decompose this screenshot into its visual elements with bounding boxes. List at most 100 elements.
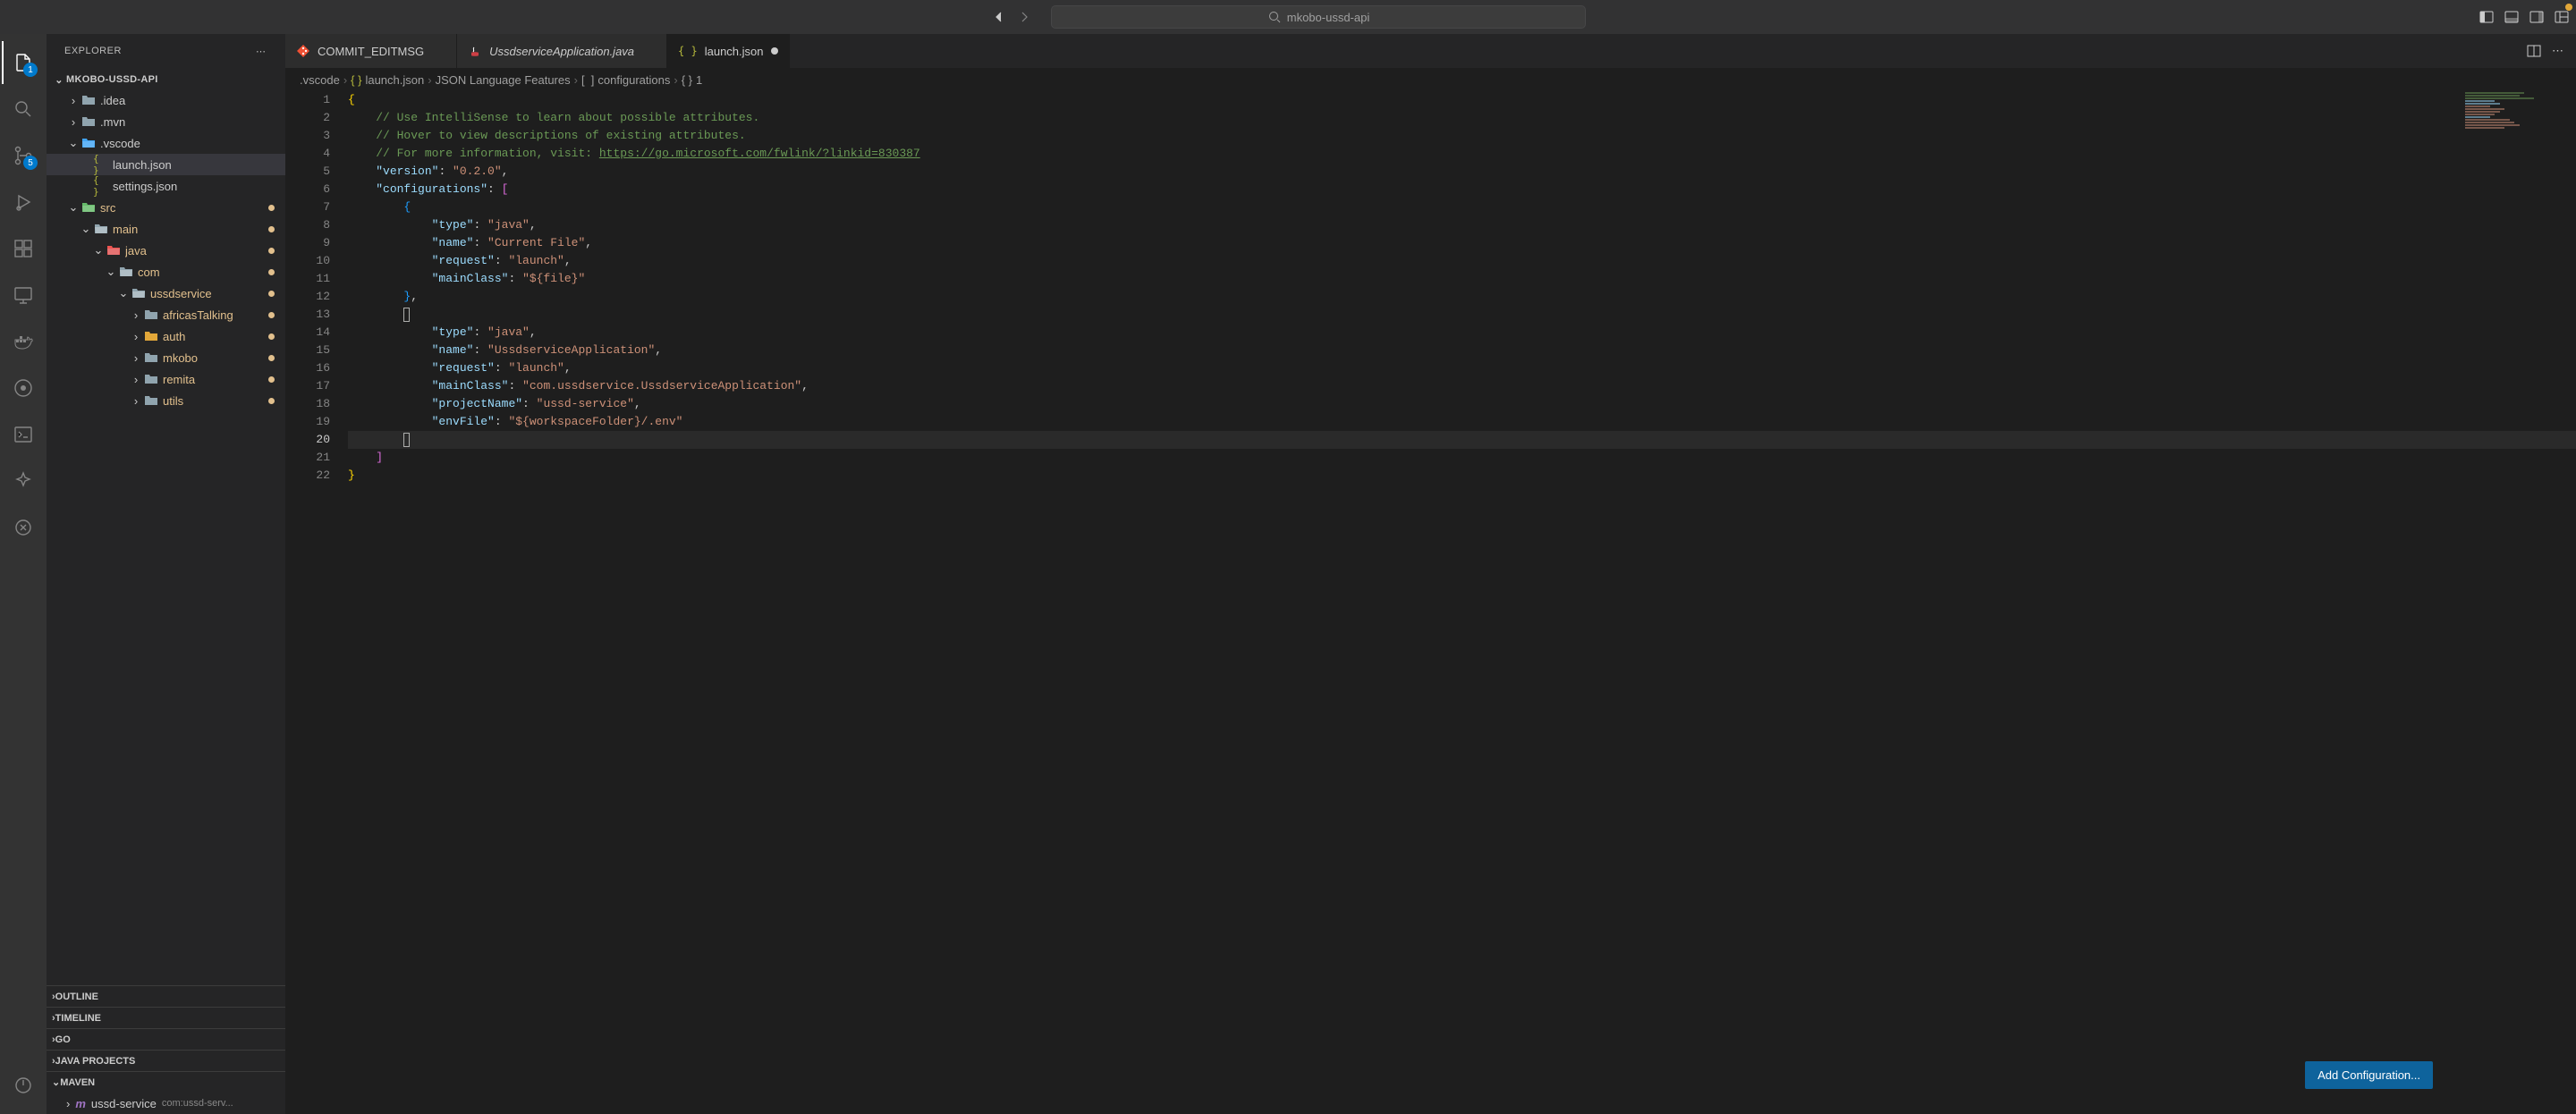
docker-icon	[13, 331, 34, 352]
file-icon	[118, 265, 134, 279]
file-icon	[80, 93, 97, 107]
breadcrumb-item[interactable]: launch.json	[365, 73, 424, 87]
arrow-left-icon	[992, 10, 1006, 24]
titlebar: mkobo-ussd-api	[0, 0, 2576, 34]
object-icon: { }	[682, 73, 692, 87]
modified-dot-icon	[268, 291, 275, 297]
tree-item[interactable]: ⌄ .vscode	[47, 132, 285, 154]
editor-tab[interactable]: { }launch.json	[667, 34, 789, 68]
editor-tab[interactable]: UssdserviceApplication.java	[457, 34, 667, 68]
file-icon: { }	[93, 174, 109, 198]
nav-back-button[interactable]	[990, 8, 1008, 26]
tree-item[interactable]: ⌄ ussdservice	[47, 283, 285, 304]
tree-label: auth	[163, 330, 268, 343]
activity-search[interactable]	[2, 88, 45, 131]
tree-label: ussdservice	[150, 287, 268, 300]
modified-dot-icon	[268, 312, 275, 318]
tree-label: africasTalking	[163, 308, 268, 322]
toggle-secondary-sidebar-icon[interactable]	[2529, 10, 2544, 24]
activity-run-debug[interactable]	[2, 181, 45, 224]
tree-item[interactable]: ⌄ java	[47, 240, 285, 261]
activity-remote[interactable]	[2, 274, 45, 316]
maven-project-item[interactable]: › m ussd-service com:ussd-serv...	[47, 1093, 285, 1114]
activity-source-control[interactable]: 5	[2, 134, 45, 177]
tree-item[interactable]: › africasTalking	[47, 304, 285, 325]
chevron-icon: ›	[129, 330, 143, 343]
activity-gitlens[interactable]	[2, 367, 45, 409]
tab-label: COMMIT_EDITMSG	[318, 45, 424, 58]
arrow-right-icon	[1017, 10, 1031, 24]
maven-project-sub: com:ussd-serv...	[162, 1098, 233, 1109]
modified-dot-icon	[268, 205, 275, 211]
tree-item[interactable]: › remita	[47, 368, 285, 390]
customize-layout-icon[interactable]	[2555, 10, 2569, 24]
tree-label: settings.json	[113, 180, 275, 193]
file-icon	[80, 136, 97, 150]
activity-bar: 1 5	[0, 34, 47, 1114]
timeline-section[interactable]: ›TIMELINE	[47, 1007, 285, 1028]
activity-power[interactable]	[2, 1064, 45, 1107]
power-icon	[13, 1075, 34, 1096]
outline-section[interactable]: ›OUTLINE	[47, 985, 285, 1007]
command-center-search[interactable]: mkobo-ussd-api	[1051, 5, 1586, 29]
tree-item[interactable]: › .mvn	[47, 111, 285, 132]
tree-item[interactable]: { } settings.json	[47, 175, 285, 197]
activity-database[interactable]	[2, 506, 45, 549]
explorer-sidebar: EXPLORER ⋯ ⌄ MKOBO-USSD-API › .idea › .m…	[47, 34, 285, 1114]
java-projects-section[interactable]: ›JAVA PROJECTS	[47, 1050, 285, 1071]
tree-label: remita	[163, 373, 268, 386]
editor-tab[interactable]: COMMIT_EDITMSG	[285, 34, 457, 68]
chevron-icon: ›	[129, 373, 143, 386]
add-configuration-button[interactable]: Add Configuration...	[2305, 1061, 2433, 1089]
chevron-right-icon: ›	[66, 1097, 70, 1110]
file-icon	[143, 329, 159, 343]
activity-docker[interactable]	[2, 320, 45, 363]
gitlens-icon	[13, 377, 34, 399]
sidebar-more-icon[interactable]: ⋯	[256, 46, 267, 57]
file-icon	[143, 372, 159, 386]
activity-explorer[interactable]: 1	[2, 41, 45, 84]
go-section[interactable]: ›GO	[47, 1028, 285, 1050]
file-icon	[131, 286, 147, 300]
activity-terminal[interactable]	[2, 413, 45, 456]
extensions-icon	[13, 238, 34, 259]
tree-item[interactable]: › utils	[47, 390, 285, 411]
breadcrumb-item[interactable]: JSON Language Features	[436, 73, 571, 87]
file-icon	[80, 114, 97, 129]
tree-label: com	[138, 266, 268, 279]
tab-more-icon[interactable]: ⋯	[2552, 44, 2565, 58]
chevron-icon: ⌄	[66, 200, 80, 215]
workspace-header[interactable]: ⌄ MKOBO-USSD-API	[47, 70, 285, 89]
nav-forward-button[interactable]	[1015, 8, 1033, 26]
java-icon	[468, 44, 482, 58]
breadcrumbs[interactable]: .vscode › { } launch.json › JSON Languag…	[285, 68, 2576, 91]
breadcrumb-item[interactable]: configurations	[597, 73, 670, 87]
chevron-icon: ›	[129, 351, 143, 365]
tree-item[interactable]: ⌄ com	[47, 261, 285, 283]
tree-item[interactable]: › .idea	[47, 89, 285, 111]
tree-item[interactable]: › mkobo	[47, 347, 285, 368]
file-icon	[93, 222, 109, 236]
split-editor-icon[interactable]	[2527, 44, 2541, 58]
toggle-primary-sidebar-icon[interactable]	[2479, 10, 2494, 24]
chevron-right-icon: ›	[674, 73, 677, 87]
tree-label: mkobo	[163, 351, 268, 365]
tree-item[interactable]: { } launch.json	[47, 154, 285, 175]
maven-icon: m	[75, 1097, 86, 1110]
tree-item[interactable]: › auth	[47, 325, 285, 347]
activity-extensions[interactable]	[2, 227, 45, 270]
chevron-icon: ⌄	[79, 222, 93, 236]
toggle-panel-icon[interactable]	[2504, 10, 2519, 24]
activity-github[interactable]	[2, 460, 45, 502]
code-content[interactable]: { // Use IntelliSense to learn about pos…	[348, 91, 2576, 1114]
maven-section[interactable]: ⌄MAVEN	[47, 1071, 285, 1093]
tree-item[interactable]: ⌄ main	[47, 218, 285, 240]
chevron-icon: ⌄	[104, 265, 118, 279]
editor-area: COMMIT_EDITMSG UssdserviceApplication.ja…	[285, 34, 2576, 1114]
breadcrumb-item[interactable]: .vscode	[300, 73, 340, 87]
text-editor[interactable]: 12345678910111213141516171819202122 { //…	[285, 91, 2576, 1114]
breadcrumb-item[interactable]: 1	[696, 73, 702, 87]
chevron-right-icon: ›	[343, 73, 347, 87]
modified-dot-icon	[268, 269, 275, 275]
tree-item[interactable]: ⌄ src	[47, 197, 285, 218]
